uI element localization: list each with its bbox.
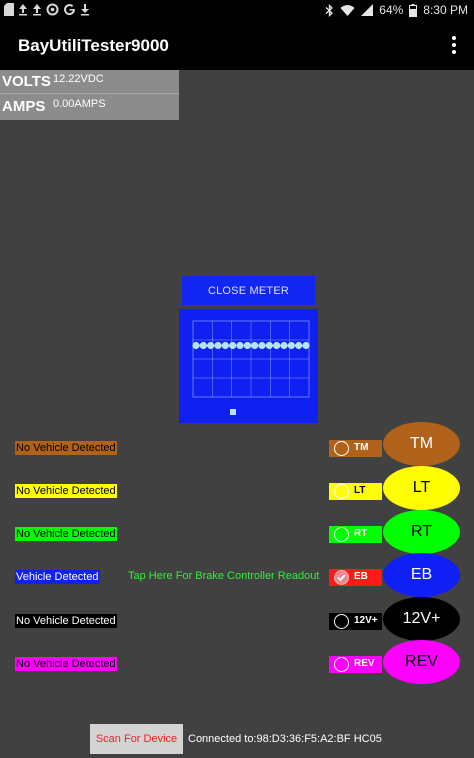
volts-label: VOLTS xyxy=(2,73,51,90)
download-icon xyxy=(81,4,89,16)
amps-row: AMPS 0.00AMPS xyxy=(0,95,179,119)
checkbox-unchecked-icon xyxy=(334,614,349,629)
circuit-toggle-12vplus[interactable]: 12V+ xyxy=(329,613,382,630)
circuit-indicator-lt[interactable]: LT xyxy=(383,466,460,510)
chart-point xyxy=(199,341,207,350)
system-icons: 64% 8:30 PM xyxy=(325,3,468,17)
chart-point xyxy=(207,341,215,350)
chart-point xyxy=(251,341,259,350)
checkbox-unchecked-icon xyxy=(334,484,349,499)
checkbox-unchecked-icon xyxy=(334,657,349,672)
close-meter-button[interactable]: CLOSE METER xyxy=(182,276,315,305)
circuit-indicator-tm[interactable]: TM xyxy=(383,422,460,466)
circuit-toggle-tm[interactable]: TM xyxy=(329,440,382,457)
circuit-toggle-eb[interactable]: EB xyxy=(329,569,382,586)
circuit-toggle-lt[interactable]: LT xyxy=(329,483,382,500)
checkbox-unchecked-icon xyxy=(334,441,349,456)
chart-point xyxy=(273,341,281,350)
upload-icon xyxy=(19,4,27,16)
chart-point xyxy=(243,341,251,350)
battery-icon xyxy=(409,3,418,17)
circuit-indicator-rt[interactable]: RT xyxy=(383,510,460,554)
scan-for-device-button[interactable]: Scan For Device xyxy=(90,724,183,754)
circuit-toggle-label: 12V+ xyxy=(354,615,378,626)
vehicle-status-label: Vehicle Detected xyxy=(15,570,100,584)
voltage-chart-svg xyxy=(192,320,310,415)
wifi-icon xyxy=(340,5,355,16)
notification-icons xyxy=(4,3,90,16)
checkbox-unchecked-icon xyxy=(334,527,349,542)
circuit-indicator-eb[interactable]: EB xyxy=(383,553,460,597)
sd-card-icon xyxy=(4,3,14,16)
chart-point xyxy=(265,341,273,350)
status-bar: 64% 8:30 PM xyxy=(0,0,474,22)
circuit-toggle-rt[interactable]: RT xyxy=(329,526,382,543)
chart-point xyxy=(214,341,222,350)
chart-point xyxy=(229,341,237,350)
app-title: BayUtiliTester9000 xyxy=(18,36,169,55)
checkbox-checked-icon xyxy=(334,570,349,585)
battery-percent: 64% xyxy=(379,3,404,17)
circuit-toggle-label: LT xyxy=(354,485,366,496)
circuit-toggle-rev[interactable]: REV xyxy=(329,656,382,673)
vehicle-status-label: No Vehicle Detected xyxy=(15,657,117,671)
more-vert-icon[interactable] xyxy=(451,36,457,54)
circuit-toggle-label: RT xyxy=(354,528,368,539)
clock: 8:30 PM xyxy=(423,3,468,17)
chart-point xyxy=(258,341,266,350)
volts-value: 12.22VDC xyxy=(53,73,104,85)
vehicle-status-label: No Vehicle Detected xyxy=(15,614,117,628)
circuit-toggle-label: TM xyxy=(354,442,369,453)
chart-point xyxy=(192,341,200,350)
circuit-indicator-12vplus[interactable]: 12V+ xyxy=(383,597,460,641)
circuit-indicator-rev[interactable]: REV xyxy=(383,640,460,684)
app-bar: BayUtiliTester9000 xyxy=(0,22,474,70)
circuit-toggle-label: EB xyxy=(354,571,368,582)
voltage-chart xyxy=(179,309,318,423)
settings-icon xyxy=(46,3,59,16)
connection-status: Connected to:98:D3:36:F5:A2:BF HC05 xyxy=(188,733,382,745)
amps-label: AMPS xyxy=(2,98,46,115)
chart-point xyxy=(221,341,229,350)
chart-point xyxy=(280,341,288,350)
vehicle-status-label: No Vehicle Detected xyxy=(15,527,117,541)
chart-point xyxy=(236,341,244,350)
vehicle-status-label: No Vehicle Detected xyxy=(15,484,117,498)
vehicle-status-label: No Vehicle Detected xyxy=(15,441,117,455)
brake-controller-readout-link[interactable]: Tap Here For Brake Controller Readout xyxy=(128,570,319,582)
chart-legend-swatch xyxy=(230,409,236,415)
circuit-toggle-label: REV xyxy=(354,658,375,669)
upload-icon xyxy=(33,4,41,16)
bluetooth-icon xyxy=(325,3,334,17)
amps-value: 0.00AMPS xyxy=(53,98,106,110)
chart-point xyxy=(302,341,310,350)
volts-row: VOLTS 12.22VDC xyxy=(0,70,179,94)
meter-readout-panel: VOLTS 12.22VDC AMPS 0.00AMPS xyxy=(0,70,179,120)
chart-point xyxy=(295,341,303,350)
google-icon xyxy=(64,4,76,16)
chart-point xyxy=(287,341,295,350)
cell-signal-icon xyxy=(361,4,374,16)
